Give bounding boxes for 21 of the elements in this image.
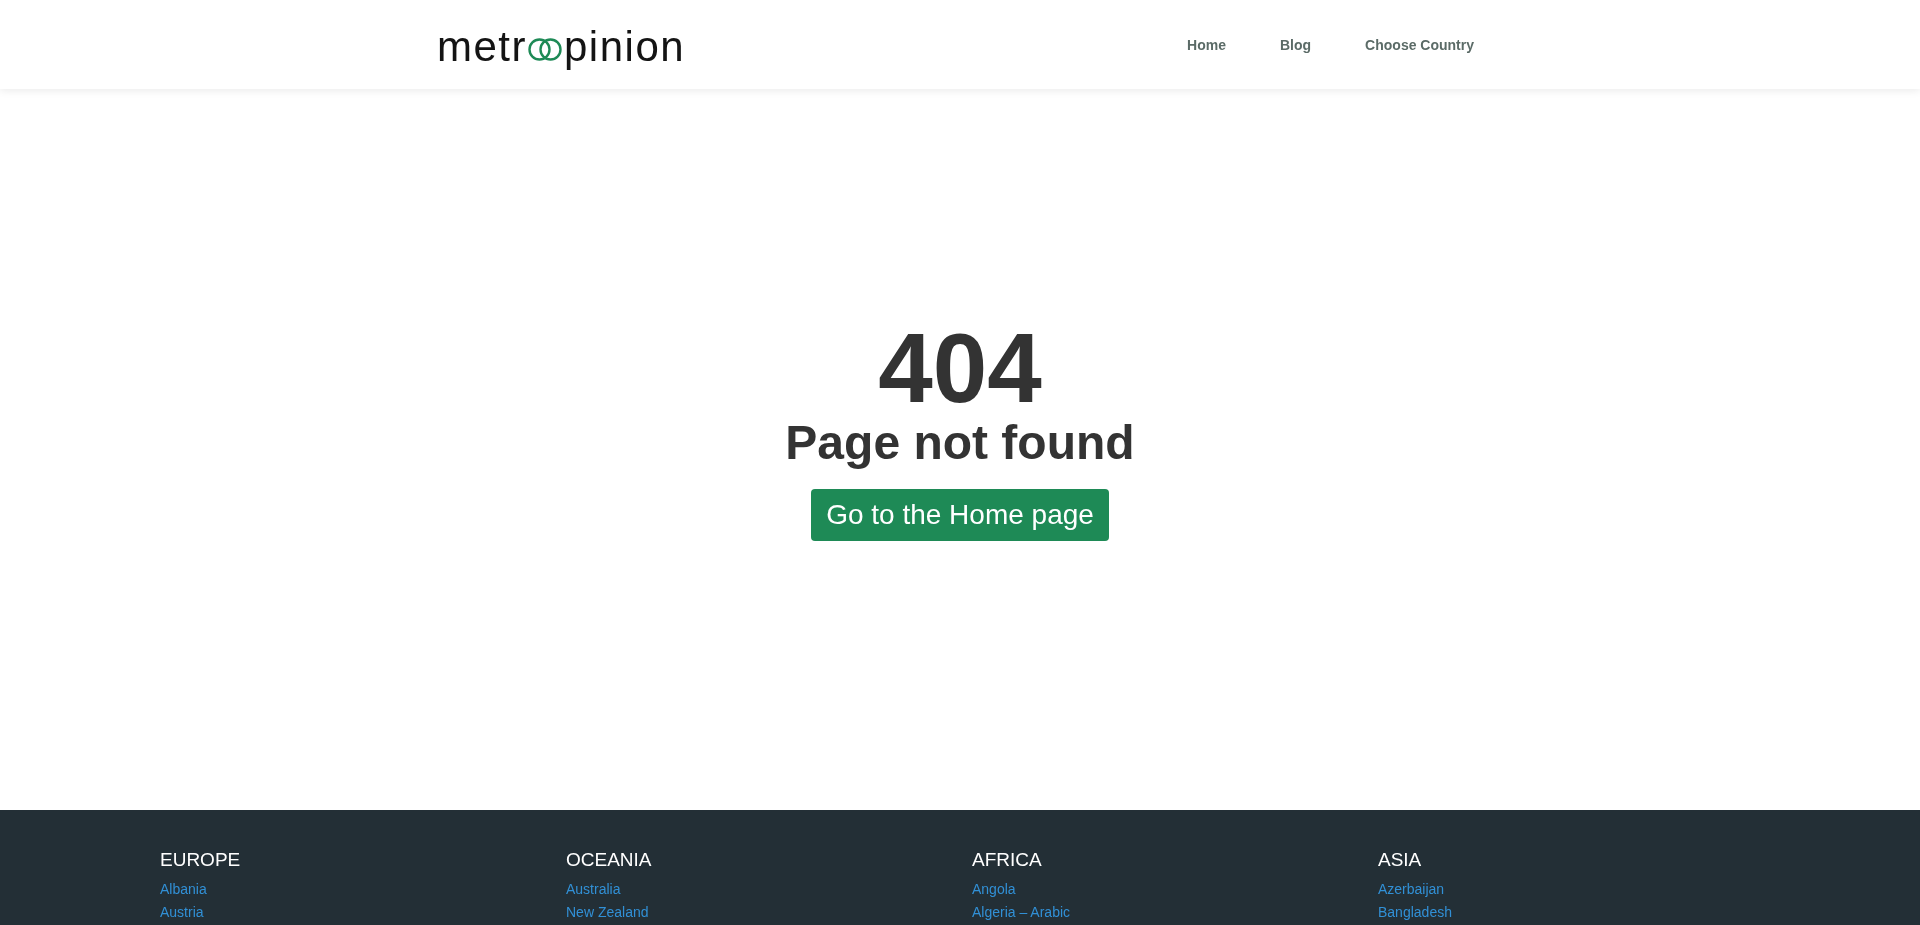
logo-text[interactable]: metr [437,25,527,68]
region-heading: AFRICA [972,849,1042,872]
home-button[interactable]: Go to the Home page [811,488,1109,541]
rings-icon[interactable] [528,37,562,61]
region-heading: OCEANIA [566,849,652,872]
logo-text[interactable]: pinion [564,25,686,68]
country-link[interactable]: Angola [972,877,1016,901]
country-link[interactable]: Algeria – Arabic [972,900,1071,924]
country-link[interactable]: New Zealand [566,900,649,924]
region-heading: EUROPE [160,849,241,872]
nav-link[interactable]: Choose Country [1365,34,1474,55]
error-code: 404 [878,319,1042,417]
region-heading: ASIA [1378,849,1422,872]
country-link[interactable]: Albania [160,877,207,901]
nav-link[interactable]: Home [1187,34,1226,55]
country-link[interactable]: Bangladesh [1378,900,1452,924]
nav-link[interactable]: Blog [1280,34,1312,55]
country-link[interactable]: Australia [566,877,621,901]
country-link[interactable]: Austria [160,900,204,924]
country-link[interactable]: Azerbaijan [1378,877,1445,901]
error-message: Page not found [785,417,1135,470]
